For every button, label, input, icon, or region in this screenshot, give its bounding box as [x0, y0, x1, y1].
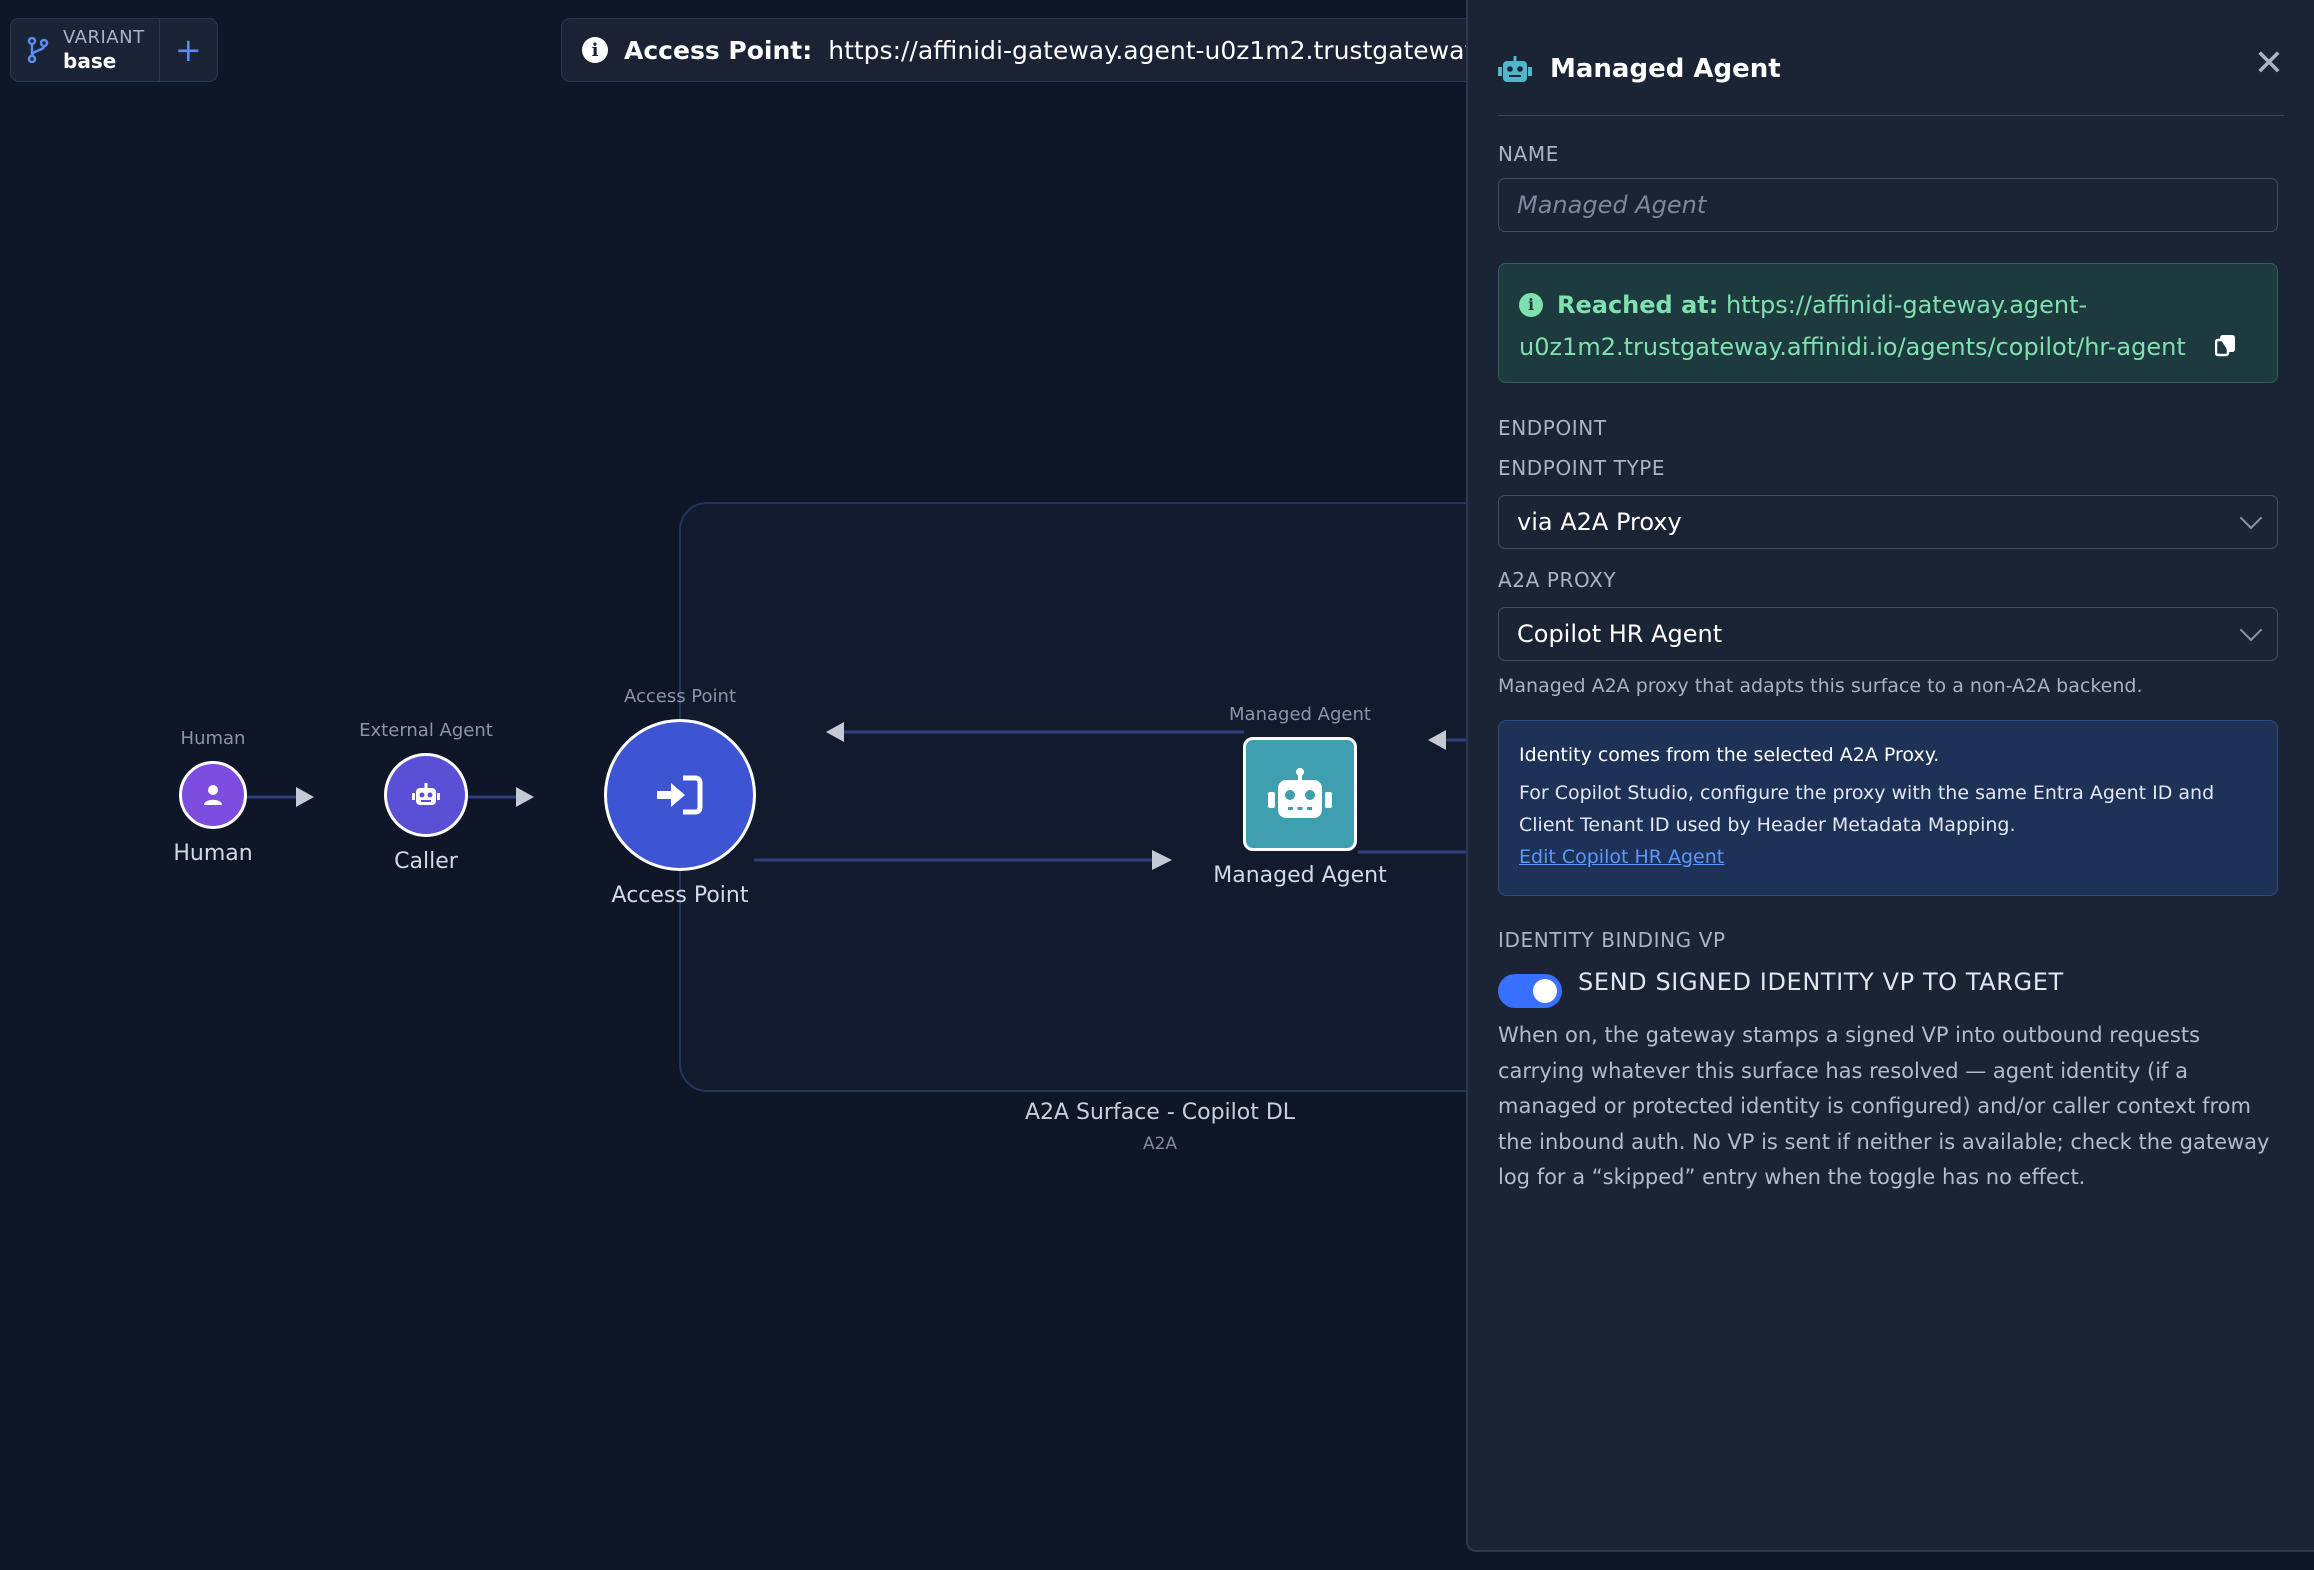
node-top-label: Access Point [623, 686, 737, 707]
a2a-proxy-value: Copilot HR Agent [1517, 620, 1723, 648]
node-label: Managed Agent [1213, 863, 1387, 888]
identity-info-body: For Copilot Studio, configure the proxy … [1519, 782, 2215, 836]
chevron-down-icon [2239, 506, 2263, 530]
chevron-down-icon [2239, 618, 2263, 642]
caller-node-circle[interactable] [384, 753, 468, 837]
endpoint-type-value: via A2A Proxy [1517, 508, 1682, 536]
identity-binding-label: IDENTITY BINDING VP [1498, 928, 1726, 952]
human-node-circle[interactable] [179, 761, 247, 829]
edge-backend-managed-agent [1428, 730, 1466, 750]
edge-managed-agent-access-point [826, 722, 1244, 742]
edit-proxy-link[interactable]: Edit Copilot HR Agent [1519, 846, 1724, 868]
node-human[interactable]: Human Human [163, 728, 263, 866]
access-point-node-circle[interactable] [604, 719, 756, 871]
reached-at-url-line2[interactable]: u0z1m2.trustgateway.affinidi.io/agents/c… [1519, 333, 2186, 361]
name-field[interactable] [1498, 178, 2278, 232]
node-label: Access Point [611, 883, 749, 908]
edge-access-point-managed-agent [754, 850, 1172, 870]
app-window: VARIANT base + i Access Point: https://a… [0, 0, 2314, 1570]
robot-icon [412, 783, 440, 805]
managed-agent-panel: Managed Agent ✕ NAME i Reached at: https:… [1466, 0, 2314, 1552]
robot-icon [1268, 768, 1332, 818]
identity-info-title: Identity comes from the selected A2A Pro… [1519, 744, 1940, 766]
node-label: Human [173, 841, 253, 866]
send-vp-toggle[interactable] [1498, 974, 1562, 1008]
node-access-point[interactable]: Access Point Access Point [580, 686, 780, 908]
name-input[interactable] [1517, 191, 2259, 219]
node-top-label: Managed Agent [1229, 704, 1371, 725]
endpoint-section-label: ENDPOINT [1498, 416, 1607, 440]
node-top-label: Human [180, 728, 246, 749]
panel-title: Managed Agent [1550, 54, 1781, 84]
identity-info-box: Identity comes from the selected A2A Pro… [1498, 720, 2278, 896]
a2a-proxy-label: A2A PROXY [1498, 568, 1617, 592]
person-icon [204, 785, 222, 805]
robot-icon [1498, 56, 1532, 82]
endpoint-type-select[interactable]: via A2A Proxy [1498, 495, 2278, 549]
reached-at-box: i Reached at: https://affinidi-gateway.ag… [1498, 263, 2278, 383]
info-icon: i [1519, 293, 1543, 317]
node-top-label: External Agent [359, 720, 493, 741]
toggle-knob [1533, 979, 1557, 1003]
a2a-proxy-help: Managed A2A proxy that adapts this surfa… [1498, 675, 2143, 697]
reached-at-key: Reached at: [1557, 291, 1719, 319]
node-caller[interactable]: External Agent Caller [346, 720, 506, 874]
send-vp-toggle-label: SEND SIGNED IDENTITY VP TO TARGET [1578, 968, 2064, 996]
name-label: NAME [1498, 142, 1559, 166]
node-managed-agent[interactable]: Managed Agent Managed Agent [1200, 704, 1400, 888]
sign-in-icon [657, 775, 703, 815]
close-icon[interactable]: ✕ [2254, 46, 2284, 82]
node-label: Caller [394, 849, 458, 874]
endpoint-type-label: ENDPOINT TYPE [1498, 456, 1666, 480]
panel-header: Managed Agent ✕ [1498, 40, 2284, 116]
managed-agent-node-box[interactable] [1243, 737, 1357, 851]
copy-icon[interactable] [2215, 328, 2236, 357]
reached-at-url-line1[interactable]: https://affinidi-gateway.agent- [1726, 291, 2087, 319]
a2a-proxy-select[interactable]: Copilot HR Agent [1498, 607, 2278, 661]
identity-binding-description: When on, the gateway stamps a signed VP … [1498, 1023, 2270, 1189]
